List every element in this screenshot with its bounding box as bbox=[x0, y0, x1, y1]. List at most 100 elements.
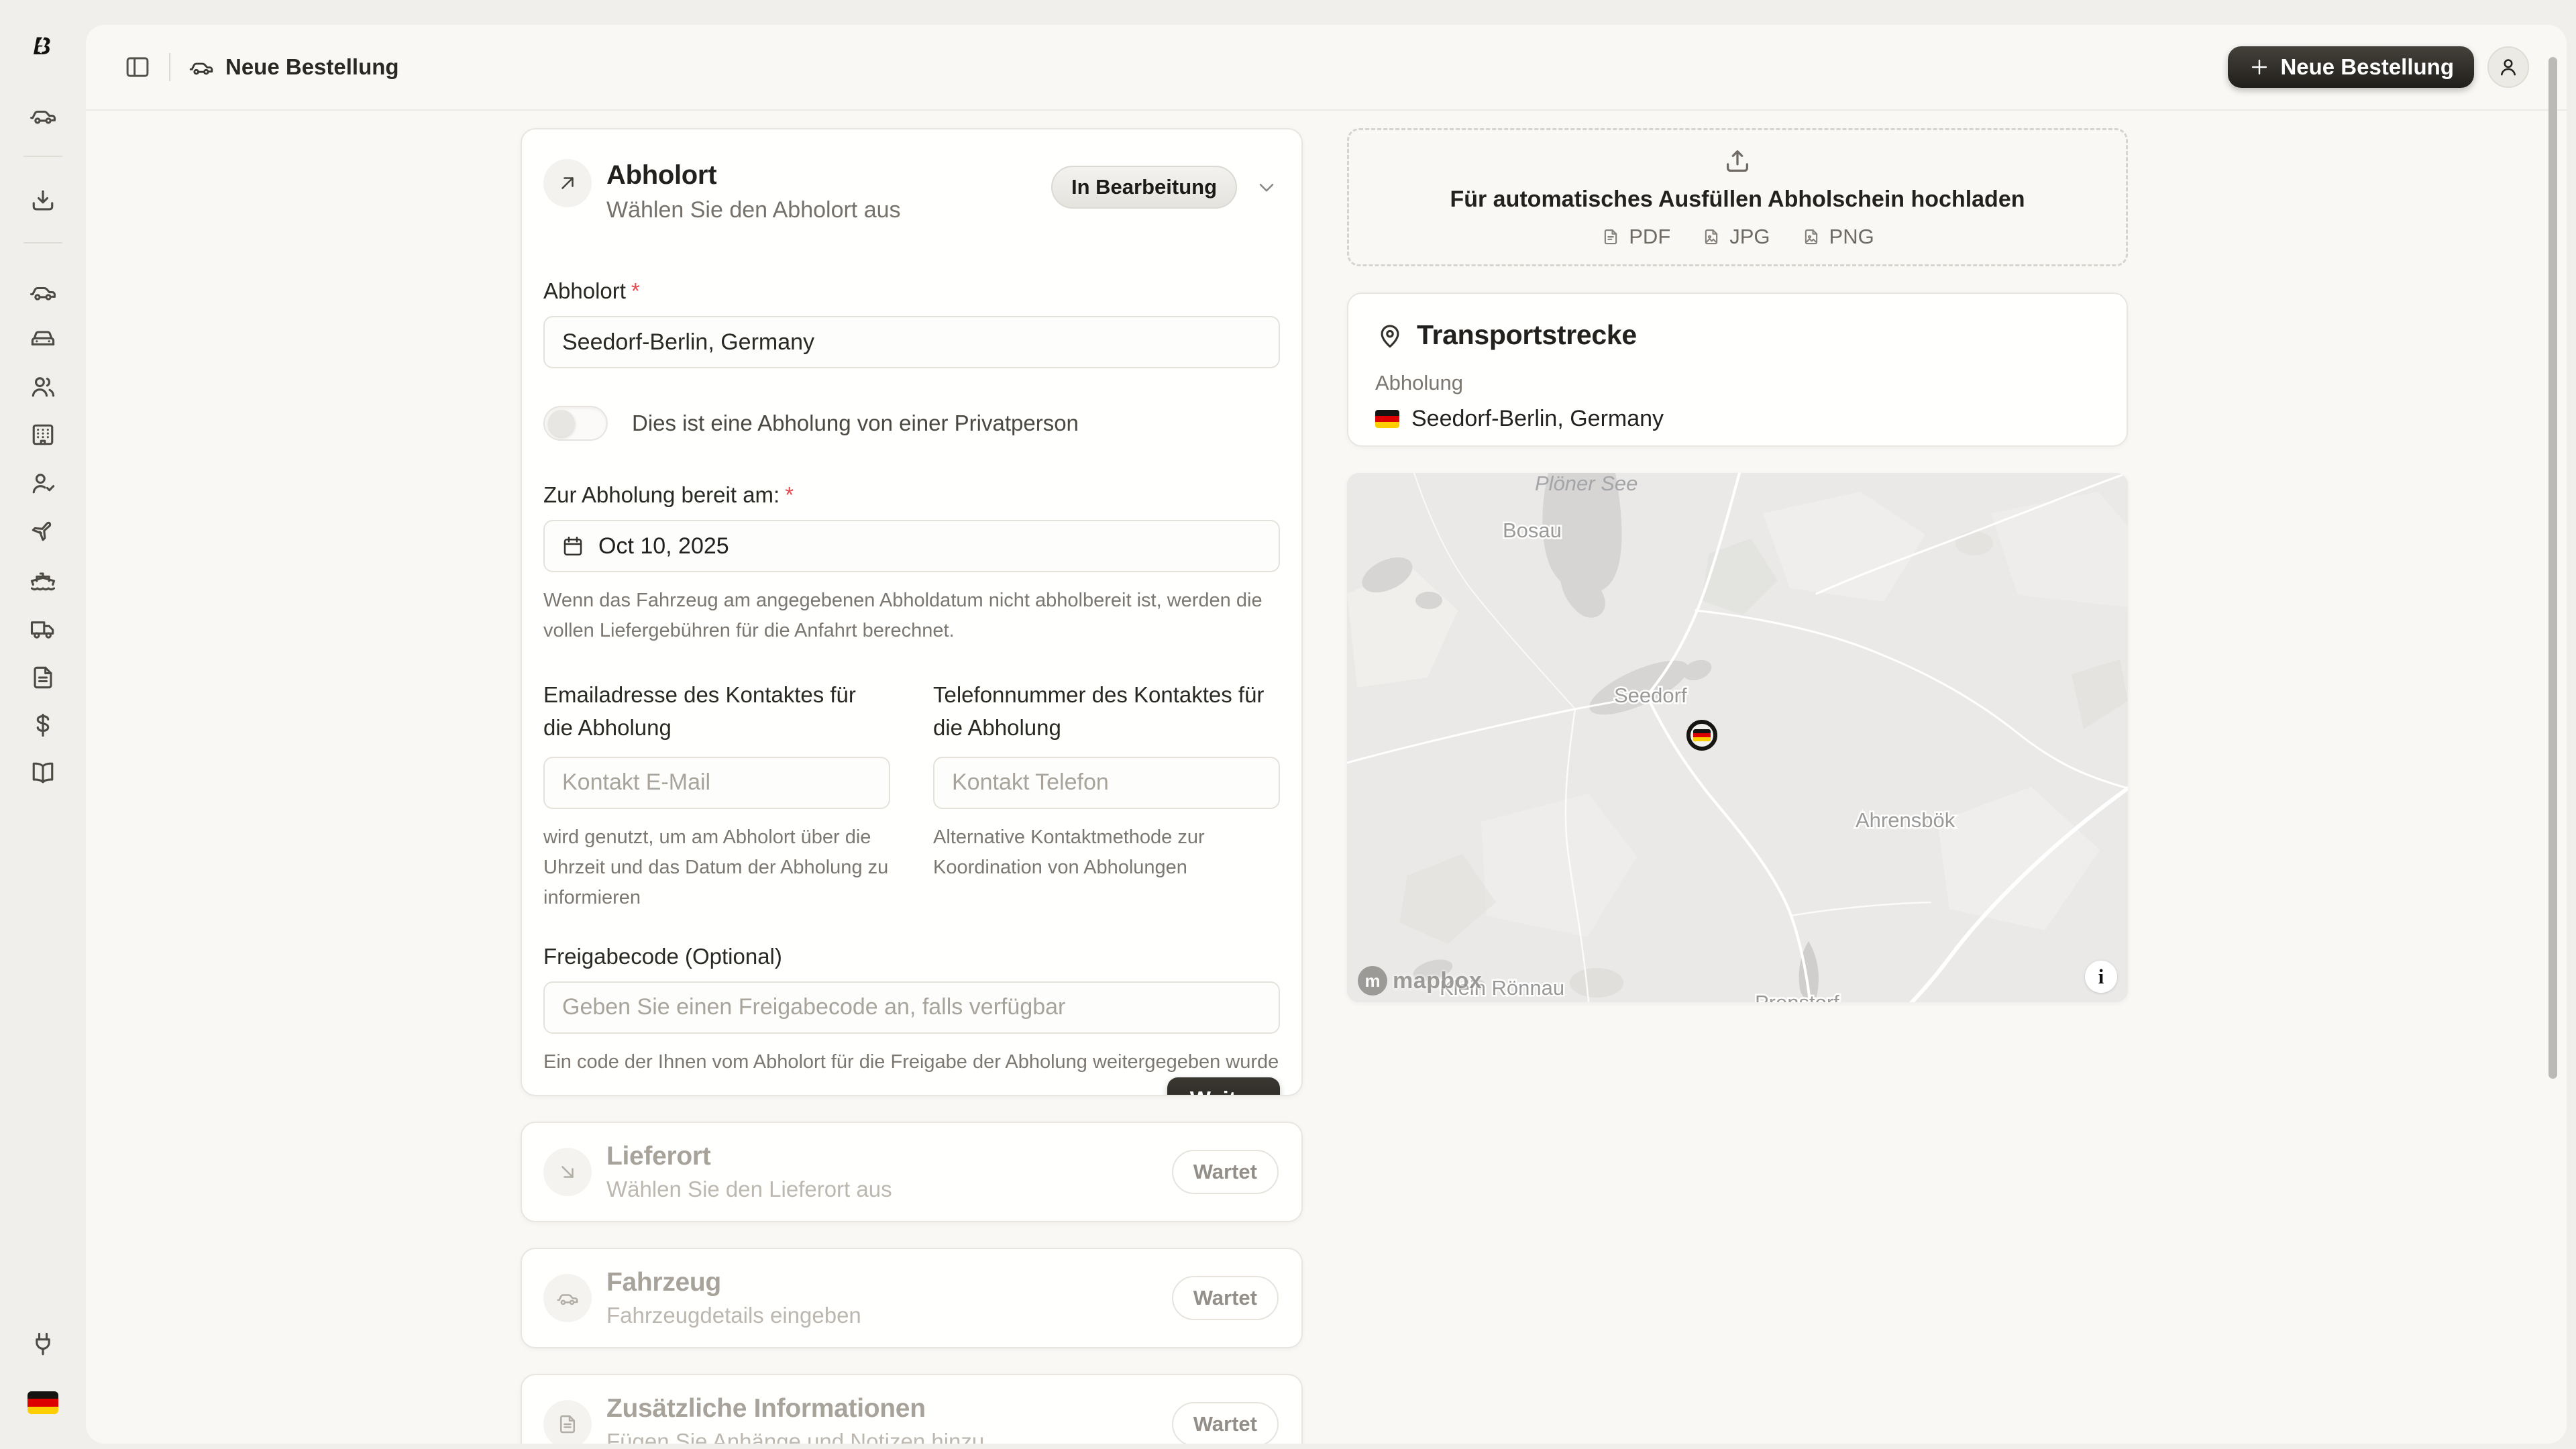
user-menu-button[interactable] bbox=[2487, 46, 2529, 88]
pickup-map-marker[interactable] bbox=[1686, 720, 1717, 751]
step-card-additional-info[interactable]: Zusätzliche Informationen Fügen Sie Anhä… bbox=[521, 1374, 1303, 1444]
new-order-button[interactable]: Neue Bestellung bbox=[2228, 46, 2474, 88]
phone-label: Telefonnummer des Kontaktes für die Abho… bbox=[933, 678, 1280, 745]
app-logo[interactable]: B bbox=[24, 27, 62, 64]
car-icon bbox=[555, 1286, 580, 1310]
delivery-step-icon bbox=[543, 1148, 592, 1196]
route-pickup-location: Seedorf-Berlin, Germany bbox=[1375, 406, 2100, 432]
status-badge: Wartet bbox=[1172, 1276, 1279, 1320]
sidebar-item-billing[interactable] bbox=[24, 706, 62, 744]
new-order-button-label: Neue Bestellung bbox=[2280, 54, 2454, 80]
ready-date-field[interactable]: Oct 10, 2025 bbox=[543, 520, 1280, 572]
german-flag-icon bbox=[1375, 410, 1399, 428]
route-map[interactable]: Plöner See Bosau Seedorf Ahrensbök Prons… bbox=[1347, 473, 2128, 1002]
collapse-button[interactable] bbox=[1254, 175, 1279, 199]
mapbox-logo-icon: m bbox=[1358, 966, 1387, 996]
file-type-pdf: PDF bbox=[1601, 225, 1670, 249]
pickup-step-icon bbox=[543, 159, 592, 207]
release-code-input[interactable] bbox=[543, 981, 1280, 1034]
scrollbar-thumb[interactable] bbox=[2548, 57, 2557, 1079]
file-type-png: PNG bbox=[1801, 225, 1874, 249]
step-subtitle: Wählen Sie den Lieferort aus bbox=[606, 1177, 892, 1202]
map-canvas: Plöner See Bosau Seedorf Ahrensbök Prons… bbox=[1347, 473, 2128, 1002]
chevron-down-icon bbox=[1254, 175, 1279, 199]
image-icon bbox=[1701, 227, 1721, 247]
user-check-icon bbox=[28, 469, 58, 498]
book-open-icon bbox=[28, 758, 58, 788]
ship-icon bbox=[28, 566, 58, 596]
pickup-email-input[interactable] bbox=[543, 757, 890, 809]
sidebar-item-orders[interactable] bbox=[24, 659, 62, 696]
header-divider bbox=[169, 53, 170, 81]
sidebar-item-drivers[interactable] bbox=[24, 465, 62, 502]
sidebar-item-customers[interactable] bbox=[24, 368, 62, 406]
breadcrumb[interactable]: Neue Bestellung bbox=[188, 54, 399, 80]
car-front-icon bbox=[28, 325, 58, 354]
email-help: wird genutzt, um am Abholort über die Uh… bbox=[543, 822, 890, 913]
private-person-toggle-label: Dies ist eine Abholung von einer Privatp… bbox=[632, 411, 1079, 436]
file-text-icon bbox=[28, 663, 58, 692]
car-icon bbox=[28, 101, 58, 130]
german-flag-icon bbox=[28, 1391, 58, 1399]
file-icon bbox=[1601, 227, 1621, 247]
calendar-icon bbox=[561, 534, 585, 558]
ready-date-value: Oct 10, 2025 bbox=[598, 533, 729, 559]
sidebar-item-companies[interactable] bbox=[24, 416, 62, 453]
status-badge: Wartet bbox=[1172, 1402, 1279, 1444]
arrow-up-right-icon bbox=[555, 171, 580, 195]
image-icon bbox=[1801, 227, 1821, 247]
phone-help: Alternative Kontaktmethode zur Koordinat… bbox=[933, 822, 1280, 883]
users-icon bbox=[28, 372, 58, 402]
pickup-phone-input[interactable] bbox=[933, 757, 1280, 809]
download-icon bbox=[28, 186, 58, 216]
svg-text:B: B bbox=[33, 32, 50, 60]
status-badge[interactable]: In Bearbeitung bbox=[1051, 166, 1237, 209]
pickup-slip-upload-dropzone[interactable]: Für automatisches Ausfüllen Abholschein … bbox=[1347, 128, 2128, 266]
language-flag-button[interactable] bbox=[28, 1391, 58, 1414]
upload-icon bbox=[1722, 146, 1753, 177]
mapbox-logo[interactable]: m mapbox bbox=[1358, 966, 1482, 996]
truck-icon bbox=[28, 614, 58, 643]
toggle-knob bbox=[548, 410, 575, 437]
map-pin-icon bbox=[1375, 321, 1405, 350]
plus-icon bbox=[2248, 56, 2271, 78]
panel-left-icon bbox=[123, 53, 152, 81]
sidebar-divider bbox=[23, 242, 62, 244]
plane-icon bbox=[28, 517, 58, 546]
ready-date-label: Zur Abholung bereit am:* bbox=[543, 482, 1280, 508]
pickup-card-subtitle: Wählen Sie den Abholort aus bbox=[606, 197, 901, 223]
step-card-vehicle[interactable]: Fahrzeug Fahrzeugdetails eingeben Wartet bbox=[521, 1248, 1303, 1348]
map-attribution-info-button[interactable]: i bbox=[2085, 961, 2117, 993]
breadcrumb-label: Neue Bestellung bbox=[225, 54, 399, 80]
sidebar-item-sea-freight[interactable] bbox=[24, 562, 62, 600]
pickup-card-title: Abholort bbox=[606, 160, 901, 191]
required-asterisk: * bbox=[785, 482, 794, 507]
sidebar-item-air-freight[interactable] bbox=[24, 513, 62, 550]
sidebar-item-docs[interactable] bbox=[24, 754, 62, 792]
sidebar: B bbox=[0, 0, 86, 1449]
sidebar-toggle-button[interactable] bbox=[123, 53, 152, 81]
dollar-icon bbox=[28, 710, 58, 740]
header: Neue Bestellung Neue Bestellung bbox=[86, 25, 2567, 111]
additional-info-step-icon bbox=[543, 1400, 592, 1444]
map-label-lake: Plöner See bbox=[1535, 473, 1638, 495]
sidebar-item-transports[interactable] bbox=[24, 97, 62, 134]
sidebar-item-cars[interactable] bbox=[24, 273, 62, 311]
required-asterisk: * bbox=[631, 278, 640, 303]
sidebar-item-trucking[interactable] bbox=[24, 610, 62, 647]
step-title: Zusätzliche Informationen bbox=[606, 1394, 984, 1424]
route-card-title: Transportstrecke bbox=[1417, 319, 1637, 351]
pickup-location-label: Abholort* bbox=[543, 278, 1280, 304]
step-card-delivery[interactable]: Lieferort Wählen Sie den Lieferort aus W… bbox=[521, 1122, 1303, 1222]
map-label-ahrensboek: Ahrensbök bbox=[1856, 808, 1955, 832]
step-title: Fahrzeug bbox=[606, 1268, 861, 1297]
plug-icon bbox=[28, 1330, 58, 1359]
sidebar-item-downloads[interactable] bbox=[24, 182, 62, 220]
next-button[interactable]: Weiter bbox=[1167, 1077, 1280, 1096]
sidebar-item-fleet[interactable] bbox=[24, 321, 62, 358]
sidebar-item-integrations[interactable] bbox=[24, 1326, 62, 1363]
file-type-jpg: JPG bbox=[1701, 225, 1770, 249]
private-person-toggle[interactable] bbox=[543, 406, 608, 441]
building-icon bbox=[28, 420, 58, 449]
pickup-location-input[interactable] bbox=[543, 316, 1280, 368]
